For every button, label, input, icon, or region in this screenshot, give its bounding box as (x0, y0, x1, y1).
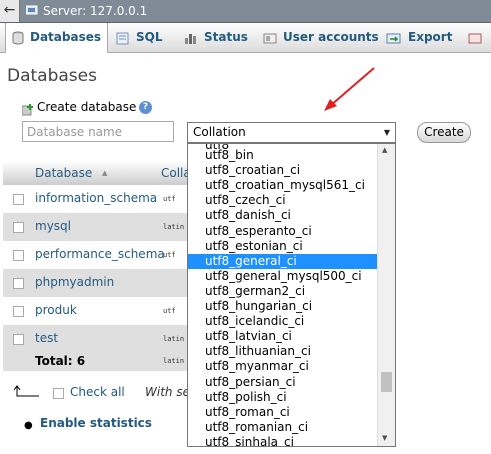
sql-icon (116, 32, 129, 44)
check-all-label[interactable]: Check all (70, 385, 125, 399)
dropdown-option[interactable]: utf8_myanmar_ci (188, 359, 379, 374)
check-all-checkbox[interactable] (53, 388, 64, 399)
select-arrow-icon (14, 385, 39, 397)
chevron-down-icon: ▼ (383, 128, 390, 137)
databases-icon (12, 31, 24, 44)
tab-more[interactable] (468, 23, 488, 52)
tab-status[interactable]: Status (184, 23, 248, 52)
dropdown-option[interactable]: utf8_general_ci (188, 253, 379, 269)
tab-databases[interactable]: Databases (5, 23, 109, 53)
main-tab-bar: Databases SQL Status User accounts Expor… (0, 23, 491, 53)
status-icon (185, 33, 196, 44)
bullet-icon: ● (24, 420, 33, 431)
collation-cell: latin (163, 223, 185, 231)
dropdown-option[interactable]: utf8_romanian_ci (188, 420, 379, 435)
dropdown-option[interactable]: utf8_hungarian_ci (188, 299, 379, 314)
create-database-icon (22, 104, 33, 116)
database-link[interactable]: performance_schema (35, 247, 165, 261)
collation-cell: utf (163, 251, 176, 259)
table-row: test latin (3, 325, 193, 353)
sort-asc-icon: ▲ (102, 169, 108, 177)
database-link[interactable]: phpmyadmin (35, 275, 114, 289)
enable-statistics-link[interactable]: Enable statistics (40, 416, 152, 430)
scroll-down-icon[interactable]: ▼ (382, 434, 387, 442)
tab-status-label: Status (204, 30, 248, 44)
row-checkbox[interactable] (13, 306, 24, 317)
table-header: Database ▲ Colla (3, 161, 193, 186)
table-row: performance_schema utf (3, 241, 193, 269)
annotation-arrow-icon (324, 67, 375, 111)
tab-databases-label: Databases (30, 30, 102, 44)
collation-cell: latin (163, 335, 185, 343)
scroll-up-icon[interactable]: ▲ (382, 146, 387, 154)
row-checkbox[interactable] (13, 334, 24, 345)
table-total-row: Total: 6 latin (3, 351, 193, 371)
dropdown-option[interactable]: utf8_roman_ci (188, 405, 379, 420)
row-checkbox[interactable] (13, 278, 24, 289)
tab-sql[interactable]: SQL (116, 23, 163, 52)
dropdown-option[interactable]: utf8_estonian_ci (188, 239, 379, 254)
dropdown-option[interactable]: utf8_polish_ci (188, 390, 379, 405)
dropdown-scrollbar[interactable]: ▲ ▼ (377, 144, 395, 446)
tab-export-label: Export (408, 30, 453, 44)
database-link[interactable]: information_schema (35, 191, 157, 205)
dropdown-option[interactable]: utf8_lithuanian_ci (188, 344, 379, 359)
tab-user-accounts-label: User accounts (283, 30, 379, 44)
collation-select-value: Collation (193, 125, 246, 139)
dropdown-option[interactable]: utf8_latvian_ci (188, 329, 379, 344)
import-icon (468, 33, 482, 43)
row-checkbox[interactable] (13, 222, 24, 233)
tab-user-accounts[interactable]: User accounts (263, 23, 379, 52)
database-name-input[interactable] (22, 121, 174, 142)
dropdown-option[interactable]: utf8_croatian_mysql561_ci (188, 178, 379, 193)
dropdown-option[interactable]: utf8_czech_ci (188, 193, 379, 208)
collation-select[interactable]: Collation ▼ (187, 122, 396, 143)
row-checkbox[interactable] (13, 250, 24, 261)
create-button[interactable]: Create (417, 122, 471, 143)
scrollbar-thumb[interactable] (381, 372, 392, 392)
dropdown-option[interactable]: utf8_general_mysql500_ci (188, 269, 379, 284)
dropdown-option[interactable]: utf8_persian_ci (188, 375, 379, 390)
dropdown-option[interactable]: utf8_sinhala_ci (188, 435, 379, 446)
dropdown-option[interactable]: utf8_german2_ci (188, 284, 379, 299)
dropdown-option[interactable]: utf8_icelandic_ci (188, 314, 379, 329)
row-checkbox[interactable] (13, 194, 24, 205)
dropdown-option[interactable]: utf8_esperanto_ci (188, 224, 379, 239)
database-link[interactable]: produk (35, 303, 77, 317)
server-breadcrumb[interactable]: Server: 127.0.0.1 (43, 4, 147, 18)
user-accounts-icon (263, 33, 277, 43)
table-row: information_schema utf (3, 185, 193, 213)
database-link[interactable]: test (35, 331, 58, 345)
page-title: Databases (7, 66, 97, 86)
collation-cell: utf (163, 307, 176, 315)
tab-sql-label: SQL (136, 30, 163, 44)
table-row: mysql latin (3, 213, 193, 241)
back-arrow-icon[interactable]: ← (0, 0, 20, 22)
collation-cell: utf (163, 195, 176, 203)
column-header-database[interactable]: Database (35, 166, 92, 180)
total-collation-cell: latin (163, 357, 185, 365)
table-row: produk utf (3, 297, 193, 325)
server-bar: ← Server: 127.0.0.1 (0, 0, 491, 23)
export-icon (386, 33, 401, 43)
dropdown-option[interactable]: utf8_bin (188, 148, 379, 163)
database-link[interactable]: mysql (35, 219, 71, 233)
total-label: Total: 6 (35, 354, 86, 368)
table-row: phpmyadmin (3, 269, 193, 297)
tab-export[interactable]: Export (386, 23, 452, 52)
collation-dropdown-list[interactable]: utf8 utf8_bin utf8_croatian_ci utf8_croati… (187, 143, 396, 447)
dropdown-option[interactable]: utf8_croatian_ci (188, 163, 379, 178)
dropdown-option[interactable]: utf8_danish_ci (188, 208, 379, 223)
server-icon (26, 5, 38, 15)
help-icon[interactable]: ? (139, 101, 152, 114)
create-database-label: Create database (37, 100, 137, 114)
